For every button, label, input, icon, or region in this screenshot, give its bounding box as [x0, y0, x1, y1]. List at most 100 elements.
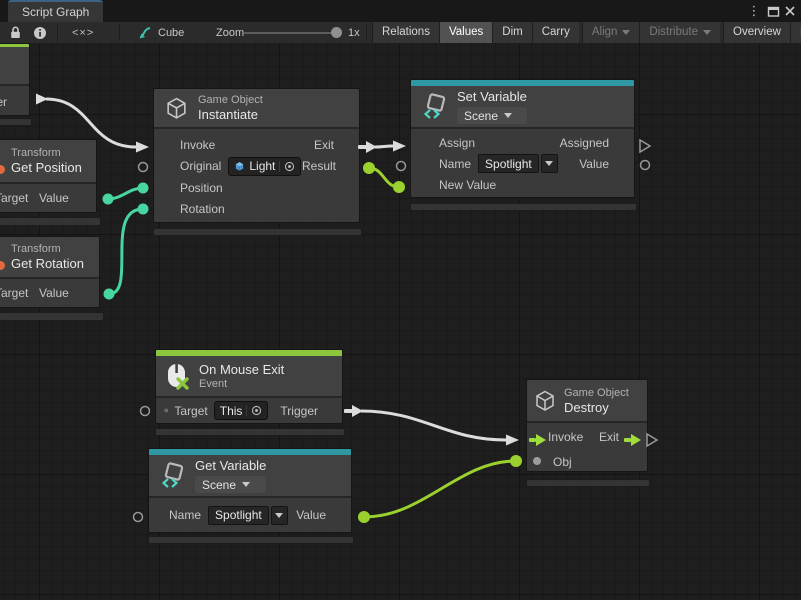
port-label-value: Value [296, 508, 326, 522]
graph-canvas[interactable]: Trigger Transform Get Position Target Va… [0, 43, 801, 600]
align-button[interactable]: Align [582, 22, 640, 43]
port-set-variable-value-out[interactable] [641, 161, 650, 170]
port-get-position-value-out[interactable] [103, 194, 114, 205]
port-rotation-in[interactable] [138, 204, 149, 215]
node-destroy[interactable]: Game Object Destroy Invoke Exit Obj [526, 379, 648, 472]
port-name-in[interactable] [397, 162, 406, 171]
port-position-in[interactable] [138, 183, 149, 194]
port-row: Target Value [0, 279, 99, 307]
variable-name-dropdown[interactable] [541, 154, 558, 173]
port-label-trigger: Trigger [0, 95, 7, 109]
port-destroy-invoke-in[interactable] [506, 435, 519, 446]
maximize-icon[interactable] [766, 4, 780, 18]
port-row: Position [154, 177, 359, 199]
prefab-cube-icon [234, 161, 245, 172]
toolbar-separator [119, 24, 120, 41]
port-assigned-out[interactable] [640, 140, 650, 152]
distribute-button[interactable]: Distribute [639, 22, 720, 43]
node-footer [410, 203, 637, 211]
port-label-exit: Exit [314, 138, 334, 152]
object-picker-icon[interactable] [246, 405, 262, 416]
connection-rotation[interactable] [109, 209, 143, 294]
game-object-cube-icon [533, 389, 557, 413]
connection-trigger-to-destroy-invoke[interactable] [361, 411, 506, 440]
port-destroy-exit-out[interactable] [647, 434, 657, 446]
port-invoke-in[interactable] [136, 142, 149, 153]
port-trigger-out[interactable] [36, 94, 48, 105]
dim-button[interactable]: Dim [492, 22, 531, 43]
port-row: Invoke Exit [154, 134, 359, 156]
graph-name: Cube [158, 27, 184, 39]
port-label-value: Value [579, 157, 609, 171]
port-label-value: Value [39, 191, 69, 205]
node-on-mouse-exit[interactable]: On Mouse Exit Event Target This Trigger [155, 349, 343, 424]
node-set-variable[interactable]: Set Variable Scene Assign Assigned Name … [410, 79, 635, 198]
relations-button[interactable]: Relations [372, 22, 439, 43]
variable-name-field[interactable]: Spotlight [478, 154, 539, 173]
node-footer [155, 428, 345, 436]
connection-value-to-obj[interactable] [364, 461, 516, 517]
port-new-value-in[interactable] [393, 181, 405, 193]
port-get-rotation-value-out[interactable] [104, 289, 115, 300]
transform-node-icon [0, 165, 5, 174]
port-obj-in[interactable] [510, 455, 522, 467]
toolbar-separator [366, 24, 367, 41]
code-icon: <×> [72, 27, 94, 39]
node-get-variable[interactable]: Get Variable Scene Name Spotlight Value [148, 448, 352, 533]
info-button[interactable] [33, 22, 47, 43]
port-result-out[interactable] [363, 162, 375, 174]
variable-name-field[interactable]: Spotlight [208, 506, 269, 525]
node-get-position[interactable]: Transform Get Position Target Value [0, 139, 97, 213]
close-icon[interactable] [783, 4, 797, 18]
port-original-in[interactable] [139, 163, 148, 172]
values-button[interactable]: Values [439, 22, 492, 43]
zoom-slider-handle[interactable] [331, 27, 342, 38]
variable-scope-dropdown[interactable]: Scene [457, 107, 527, 124]
node-instantiate[interactable]: Game Object Instantiate Invoke Exit Orig… [153, 88, 360, 223]
connection-exit-to-assign[interactable] [375, 146, 393, 147]
transform-node-icon [0, 261, 5, 270]
node-get-rotation[interactable]: Transform Get Rotation Target Value [0, 236, 100, 308]
node-header [0, 47, 29, 86]
lock-button[interactable] [8, 22, 23, 43]
port-assign-in[interactable] [393, 141, 406, 152]
port-label-name: Name [439, 157, 471, 171]
node-subtitle: Event [199, 378, 284, 390]
port-row: Obj [527, 451, 647, 472]
more-menu-icon[interactable]: ⋮ [747, 4, 761, 18]
port-exit-out-arrow[interactable] [366, 141, 377, 153]
unity-visual-scripting-window: { "titlebar": { "tab_title": "Script Gra… [0, 0, 801, 600]
connection-result-to-new-value[interactable] [369, 168, 399, 187]
tab-script-graph[interactable]: Script Graph [8, 0, 103, 22]
variable-name-dropdown[interactable] [271, 506, 288, 525]
port-label-new-value: New Value [439, 178, 496, 192]
node-footer [0, 217, 101, 226]
variable-icon [159, 462, 186, 489]
port-row: Assign Assigned [411, 132, 634, 153]
object-field-this[interactable]: This [214, 401, 269, 420]
object-field-light[interactable]: Light [228, 157, 301, 176]
port-row: Target Value [0, 184, 96, 212]
port-trigger-out-arrow[interactable] [352, 405, 363, 417]
node-category: Game Object [564, 387, 629, 399]
overview-button[interactable]: Overview [723, 22, 790, 43]
zoom-slider[interactable] [244, 32, 338, 34]
port-label-position: Position [180, 181, 223, 195]
full-screen-button[interactable]: Full Screen [790, 22, 801, 43]
connection-position[interactable] [108, 188, 143, 199]
port-label-trigger: Trigger [280, 404, 318, 418]
node-title: Set Variable [457, 89, 527, 104]
carry-button[interactable]: Carry [532, 22, 579, 43]
graph-breadcrumb[interactable]: Cube [138, 22, 184, 43]
port-target-in[interactable] [141, 407, 150, 416]
code-view-button[interactable]: <×> [72, 22, 94, 43]
port-get-variable-name-in[interactable] [134, 513, 143, 522]
variable-scope-dropdown[interactable]: Scene [195, 476, 266, 493]
port-value-out[interactable] [358, 511, 370, 523]
node-footer [0, 118, 32, 126]
port-trigger-out[interactable] [344, 409, 353, 413]
node-footer [526, 479, 650, 487]
node-partial-event[interactable]: Trigger [0, 43, 30, 116]
chevron-down-icon [504, 113, 512, 118]
object-picker-icon[interactable] [279, 161, 295, 172]
